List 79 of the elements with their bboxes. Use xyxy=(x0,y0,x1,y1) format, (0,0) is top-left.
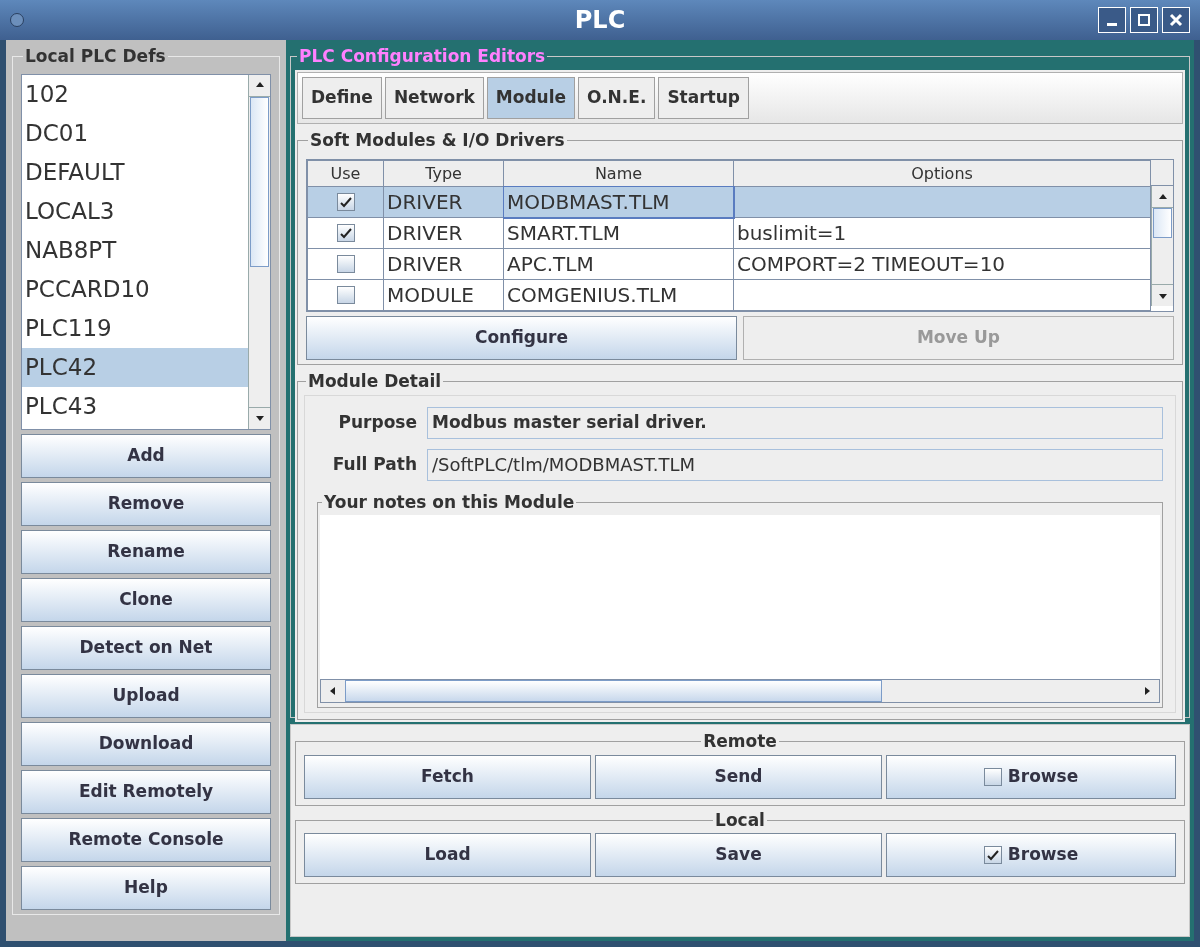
action-button[interactable]: Send xyxy=(595,754,882,799)
close-icon[interactable] xyxy=(1162,7,1190,33)
side-button[interactable]: Add xyxy=(21,433,271,478)
group-title: Remote xyxy=(702,730,778,753)
side-button[interactable]: Upload xyxy=(21,673,271,718)
list-item[interactable]: PLC43 xyxy=(22,386,248,426)
list-item[interactable]: LOCAL3 xyxy=(22,191,248,231)
list-item[interactable]: DEFAULT xyxy=(22,152,248,192)
table-row[interactable]: MODULE COMGENIUS.TLM xyxy=(307,279,1151,311)
list-item[interactable]: PLC119 xyxy=(22,308,248,348)
column-header[interactable]: Type xyxy=(383,160,504,187)
field-label: Purpose xyxy=(337,410,417,434)
column-header[interactable]: Options xyxy=(733,160,1151,187)
action-button[interactable]: Save xyxy=(595,833,882,877)
list-item[interactable]: DC01 xyxy=(22,113,248,153)
scroll-thumb[interactable] xyxy=(250,96,269,267)
group-title: Soft Modules & I/O Drivers xyxy=(309,128,566,152)
path-field: /SoftPLC/tlm/MODBMAST.TLM xyxy=(427,448,1163,481)
checkbox[interactable] xyxy=(983,846,1002,864)
table-cell: MODULE xyxy=(383,279,504,311)
checkmark-icon xyxy=(986,849,999,861)
window-title: PLC xyxy=(574,5,626,36)
tab[interactable]: Startup xyxy=(658,76,749,119)
field-label: Full Path xyxy=(331,452,417,476)
action-button[interactable]: Fetch xyxy=(304,754,591,799)
group-title: Your notes on this Module xyxy=(323,490,576,514)
table-cell: DRIVER xyxy=(383,217,504,249)
tab[interactable]: Module xyxy=(486,76,576,119)
checkbox[interactable] xyxy=(336,224,355,242)
group-title: PLC Configuration Editors xyxy=(298,45,547,68)
side-button[interactable]: Edit Remotely xyxy=(21,769,271,814)
table-cell: SMART.TLM xyxy=(503,217,734,249)
group-title: Local xyxy=(714,808,766,832)
scrollbar[interactable] xyxy=(1151,186,1173,306)
action-button[interactable]: Configure xyxy=(306,316,737,360)
list-item[interactable]: PCCARD10 xyxy=(22,269,248,309)
list-item[interactable]: 102 xyxy=(22,74,248,114)
table-row[interactable]: DRIVER APC.TLM COMPORT=2 TIMEOUT=10 xyxy=(307,248,1151,280)
scrollbar[interactable] xyxy=(248,74,270,429)
browse-checkbox[interactable]: Browse xyxy=(886,754,1176,799)
table-cell: DRIVER xyxy=(383,248,504,280)
table-cell: APC.TLM xyxy=(503,248,734,280)
scrollbar[interactable] xyxy=(320,678,1160,703)
scroll-thumb[interactable] xyxy=(1153,208,1172,238)
table-row[interactable]: DRIVER SMART.TLM buslimit=1 xyxy=(307,217,1151,249)
side-button[interactable]: Remove xyxy=(21,481,271,526)
scroll-thumb[interactable] xyxy=(345,679,883,702)
table-cell: MODBMAST.TLM xyxy=(503,186,734,218)
side-button[interactable]: Help xyxy=(21,865,271,910)
table-cell: COMGENIUS.TLM xyxy=(503,279,734,311)
checkbox[interactable] xyxy=(336,255,355,273)
checkmark-icon xyxy=(339,196,352,208)
column-header[interactable]: Name xyxy=(503,160,734,187)
column-header[interactable]: Use xyxy=(307,160,384,187)
group-title: Local PLC Defs xyxy=(24,45,167,68)
purpose-field: Modbus master serial driver. xyxy=(427,406,1163,439)
side-button[interactable]: Remote Console xyxy=(21,817,271,862)
checkbox[interactable] xyxy=(336,193,355,211)
tab[interactable]: Define xyxy=(302,76,382,119)
group-title: Module Detail xyxy=(307,370,443,393)
tab[interactable]: Network xyxy=(384,76,484,119)
browse-checkbox[interactable]: Browse xyxy=(886,833,1176,877)
table-cell: buslimit=1 xyxy=(733,217,1151,249)
table-cell: COMPORT=2 TIMEOUT=10 xyxy=(733,248,1151,280)
tab[interactable]: O.N.E. xyxy=(578,76,656,119)
window-menu-icon[interactable] xyxy=(10,13,24,27)
side-button[interactable]: Download xyxy=(21,721,271,766)
side-button[interactable]: Rename xyxy=(21,529,271,574)
maximize-icon[interactable] xyxy=(1130,7,1158,33)
minimize-icon[interactable] xyxy=(1098,7,1126,33)
list-item[interactable]: NAB8PT xyxy=(22,230,248,270)
side-button[interactable]: Detect on Net xyxy=(21,625,271,670)
side-button[interactable]: Clone xyxy=(21,577,271,622)
checkbox[interactable] xyxy=(336,286,355,304)
action-button[interactable]: Load xyxy=(304,833,591,877)
list-item[interactable]: PLC42 xyxy=(22,347,248,387)
checkbox[interactable] xyxy=(983,767,1002,786)
checkmark-icon xyxy=(339,227,352,239)
table-row[interactable]: DRIVER MODBMAST.TLM xyxy=(307,186,1151,218)
